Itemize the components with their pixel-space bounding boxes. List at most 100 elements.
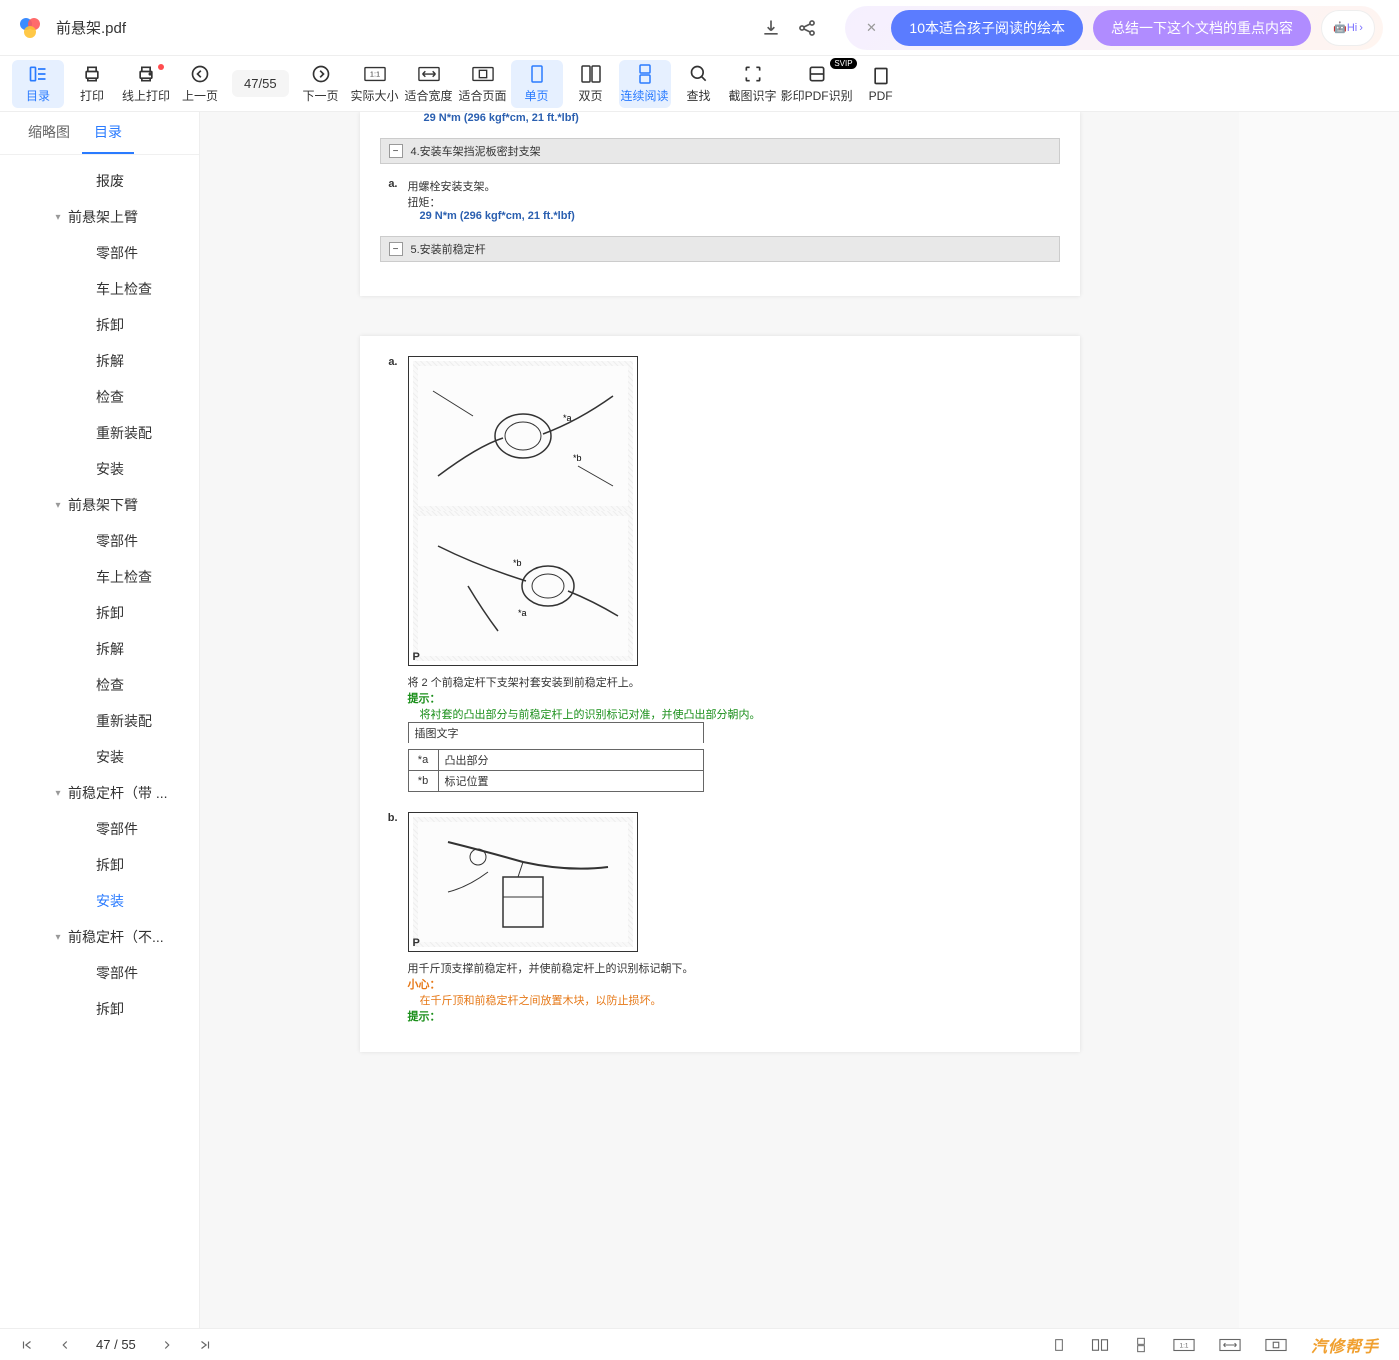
toc-item-label: 零部件 [96, 531, 138, 551]
toc-item[interactable]: 安装 [0, 739, 199, 775]
toc-item[interactable]: 报废 [0, 163, 199, 199]
document-viewport[interactable]: 29 N*m (296 kgf*cm, 21 ft.*lbf) − 4.安装车架… [200, 112, 1239, 1328]
right-panel [1239, 112, 1399, 1328]
ai-suggestions: ✕ 10本适合孩子阅读的绘本 总结一下这个文档的重点内容 🤖 Hi › [845, 6, 1383, 50]
toc-item-label: 拆解 [96, 351, 124, 371]
catalog-button[interactable]: 目录 [12, 60, 64, 108]
online-print-button[interactable]: 线上打印 [120, 60, 172, 108]
fit-width-button[interactable]: 适合宽度 [403, 60, 455, 108]
toc-item[interactable]: ▾前稳定杆（不... [0, 919, 199, 955]
view-double-icon[interactable] [1091, 1337, 1109, 1353]
next-page-icon[interactable] [160, 1338, 174, 1352]
toc-item[interactable]: 检查 [0, 667, 199, 703]
toc-item-label: 拆卸 [96, 603, 124, 623]
print-button[interactable]: 打印 [66, 60, 118, 108]
fit-width-icon [418, 63, 440, 85]
toc-item-label: 拆卸 [96, 999, 124, 1019]
technical-diagram: P [408, 812, 638, 952]
view-continuous-icon[interactable] [1133, 1337, 1149, 1353]
toc-item[interactable]: 零部件 [0, 523, 199, 559]
toc-item[interactable]: 拆卸 [0, 595, 199, 631]
scan-icon [807, 63, 827, 85]
toc-item[interactable]: 拆卸 [0, 991, 199, 1027]
toc-item-label: 拆卸 [96, 315, 124, 335]
prev-page-button[interactable]: 上一页 [174, 60, 226, 108]
actual-size-button[interactable]: 1:1 实际大小 [349, 60, 401, 108]
toc-item[interactable]: 拆卸 [0, 847, 199, 883]
toc-item[interactable]: 零部件 [0, 235, 199, 271]
toc-item-label: 零部件 [96, 963, 138, 983]
page-number-input[interactable]: 47 / 55 [232, 70, 289, 97]
svg-text:*b: *b [573, 453, 582, 463]
section-header-5: − 5.安装前稳定杆 [380, 236, 1060, 262]
toc-item[interactable]: ▾前悬架上臂 [0, 199, 199, 235]
continuous-icon [636, 63, 654, 85]
toc-item[interactable]: 拆解 [0, 631, 199, 667]
single-page-button[interactable]: 单页 [511, 60, 563, 108]
chevron-right-icon: › [1359, 22, 1363, 34]
tab-catalog[interactable]: 目录 [82, 112, 134, 154]
view-single-icon[interactable] [1051, 1337, 1067, 1353]
toc-item-label: 安装 [96, 459, 124, 479]
toc-item[interactable]: 拆卸 [0, 307, 199, 343]
zoom-fitwidth-icon[interactable] [1219, 1338, 1241, 1352]
ai-avatar-icon: 🤖 [1333, 21, 1347, 34]
chevron-right-circle-icon [311, 63, 331, 85]
pdf-icon [871, 65, 891, 87]
toc-item[interactable]: 零部件 [0, 811, 199, 847]
ai-avatar[interactable]: 🤖 Hi › [1321, 10, 1375, 46]
torque-value: 29 N*m (296 kgf*cm, 21 ft.*lbf) [424, 112, 1060, 124]
collapse-icon[interactable]: − [389, 144, 403, 158]
screenshot-icon [743, 63, 763, 85]
double-page-button[interactable]: 双页 [565, 60, 617, 108]
toc-item-label: 零部件 [96, 819, 138, 839]
search-button[interactable]: 查找 [673, 60, 725, 108]
step-a2: a. *a*b *b*a P 将 2 个前稳定杆下支架衬套安装到前稳定杆上。 提… [380, 356, 1060, 792]
ai-suggestion-2[interactable]: 总结一下这个文档的重点内容 [1093, 10, 1311, 46]
toc-item[interactable]: 安装 [0, 451, 199, 487]
toc-item[interactable]: 安装 [0, 883, 199, 919]
tab-thumbnail[interactable]: 缩略图 [16, 112, 82, 154]
download-icon[interactable] [753, 10, 789, 46]
toc-item-label: 前稳定杆（不... [68, 927, 164, 947]
toc-item[interactable]: ▾前稳定杆（带 ... [0, 775, 199, 811]
toc-item-label: 重新装配 [96, 423, 152, 443]
close-ai-icon[interactable]: ✕ [861, 18, 881, 38]
toc-item[interactable]: ▾前悬架下臂 [0, 487, 199, 523]
zoom-11-icon[interactable]: 1:1 [1173, 1338, 1195, 1352]
continuous-read-button[interactable]: 连续阅读 [619, 60, 671, 108]
fit-page-button[interactable]: 适合页面 [457, 60, 509, 108]
svg-text:1:1: 1:1 [369, 70, 379, 79]
table-of-contents[interactable]: 报废▾前悬架上臂零部件车上检查拆卸拆解检查重新装配安装▾前悬架下臂零部件车上检查… [0, 155, 199, 1328]
notification-dot [158, 64, 164, 70]
footer-page-indicator: 47 / 55 [96, 1337, 136, 1352]
ai-suggestion-1[interactable]: 10本适合孩子阅读的绘本 [891, 10, 1083, 46]
toc-item[interactable]: 车上检查 [0, 271, 199, 307]
step-a1: a. 用螺栓安装支架。 扭矩： 29 N*m (296 kgf*cm, 21 f… [380, 178, 1060, 222]
toc-item[interactable]: 车上检查 [0, 559, 199, 595]
first-page-icon[interactable] [20, 1338, 34, 1352]
toc-item-label: 安装 [96, 747, 124, 767]
share-icon[interactable] [789, 10, 825, 46]
collapse-icon[interactable]: − [389, 242, 403, 256]
toc-item[interactable]: 重新装配 [0, 703, 199, 739]
prev-page-icon[interactable] [58, 1338, 72, 1352]
ai-hi-label: Hi [1347, 22, 1357, 34]
zoom-fitpage-icon[interactable] [1265, 1338, 1287, 1352]
document-filename: 前悬架.pdf [56, 17, 126, 38]
next-page-button[interactable]: 下一页 [295, 60, 347, 108]
toc-item[interactable]: 检查 [0, 379, 199, 415]
toc-item[interactable]: 重新装配 [0, 415, 199, 451]
pdf-more-button[interactable]: PDF [855, 60, 907, 108]
screenshot-ocr-button[interactable]: 截图识字 [727, 60, 779, 108]
toc-item[interactable]: 零部件 [0, 955, 199, 991]
toc-item[interactable]: 拆解 [0, 343, 199, 379]
scan-pdf-button[interactable]: SVIP 影印PDF识别 [781, 60, 853, 108]
watermark: 汽修帮手 [1311, 1333, 1379, 1357]
footer-navigation: 47 / 55 [20, 1337, 212, 1352]
last-page-icon[interactable] [198, 1338, 212, 1352]
pdf-page: 29 N*m (296 kgf*cm, 21 ft.*lbf) − 4.安装车架… [360, 112, 1080, 296]
chevron-left-icon [190, 63, 210, 85]
svg-text:*b: *b [513, 558, 522, 568]
app-header: 前悬架.pdf ✕ 10本适合孩子阅读的绘本 总结一下这个文档的重点内容 🤖 H… [0, 0, 1399, 56]
